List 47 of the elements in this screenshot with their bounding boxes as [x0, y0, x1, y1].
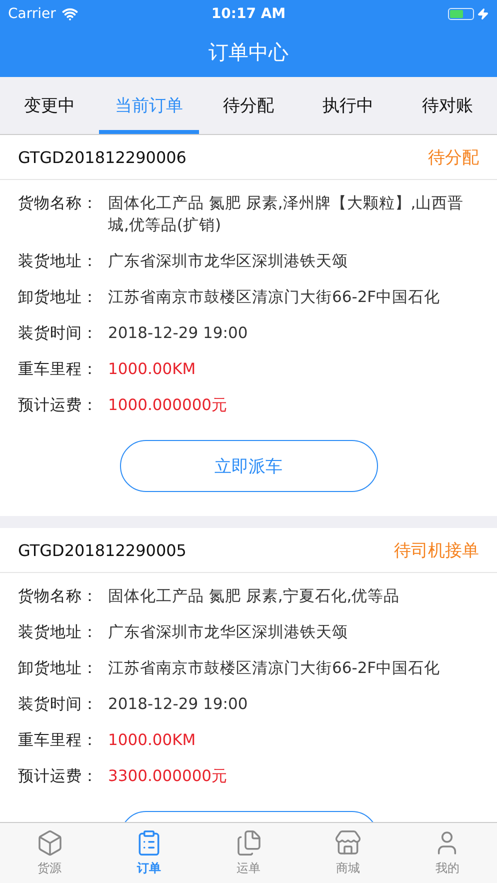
charging-icon	[477, 8, 489, 20]
field-value: 1000.000000元	[108, 395, 228, 416]
field-label: 卸货地址：	[18, 287, 99, 308]
status-time: 10:17 AM	[211, 6, 286, 22]
field-value: 1000.00KM	[108, 730, 196, 751]
field-value: 2018-12-29 19:00	[108, 323, 248, 344]
dispatch-button[interactable]: 立即派车	[120, 440, 378, 492]
box-icon[interactable]	[36, 829, 64, 857]
carrier-name: Carrier	[8, 6, 56, 22]
tab-label[interactable]: 商城	[336, 860, 360, 877]
order-tab[interactable]: 待对账	[398, 77, 497, 134]
order-status: 待分配	[428, 146, 479, 168]
field-label: 卸货地址：	[18, 658, 99, 679]
order-number: GTGD201812290005	[18, 540, 186, 560]
store-icon[interactable]	[334, 829, 362, 857]
order-tab[interactable]: 执行中	[298, 77, 398, 134]
field-value: 江苏省南京市鼓楼区清凉门大街66-2F中国石化	[108, 658, 440, 679]
field-label: 预计运费：	[18, 395, 99, 416]
order-tab[interactable]: 待分配	[198, 77, 298, 134]
field-label: 预计运费：	[18, 766, 99, 787]
field-label: 装货地址：	[18, 622, 99, 643]
document-icon[interactable]	[234, 829, 263, 857]
tab-label[interactable]: 订单	[137, 860, 162, 877]
field-label: 货物名称：	[18, 193, 99, 214]
field-value: 广东省深圳市龙华区深圳港铁天颂	[108, 622, 348, 643]
field-label: 重车里程：	[18, 730, 99, 751]
wifi-icon	[62, 6, 78, 22]
page-title: 订单中心	[208, 39, 288, 66]
field-label: 装货时间：	[18, 323, 99, 344]
field-value: 3300.000000元	[108, 766, 228, 787]
field-label: 货物名称：	[18, 586, 99, 607]
field-value: 江苏省南京市鼓楼区清凉门大街66-2F中国石化	[108, 287, 440, 308]
field-value: 固体化工产品 氮肥 尿素,宁夏石化,优等品	[108, 586, 400, 607]
order-number: GTGD201812290006	[18, 148, 186, 166]
field-value: 1000.00KM	[108, 359, 196, 380]
field-value: 2018-12-29 19:00	[108, 694, 248, 715]
tab-label[interactable]: 我的	[435, 860, 460, 877]
field-label: 重车里程：	[18, 359, 99, 380]
order-tab[interactable]: 变更中	[0, 77, 100, 134]
order-status: 待司机接单	[394, 540, 479, 562]
field-label: 装货时间：	[18, 694, 99, 715]
field-value: 固体化工产品 氮肥 尿素,泽州牌【大颗粒】,山西晋城,优等品(扩销)	[108, 193, 465, 236]
field-label: 装货地址：	[18, 251, 99, 272]
tab-label[interactable]: 货源	[38, 860, 62, 877]
field-value: 广东省深圳市龙华区深圳港铁天颂	[108, 251, 348, 272]
battery-icon	[448, 8, 474, 20]
tab-label[interactable]: 运单	[236, 860, 261, 877]
